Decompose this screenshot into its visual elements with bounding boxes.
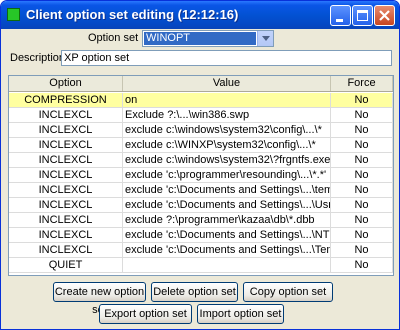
option-set-value: WINOPT (144, 32, 256, 45)
import-option-set-button[interactable]: Import option set (197, 304, 284, 324)
option-cell: INCLEXCL (9, 168, 123, 183)
force-cell: No (331, 243, 393, 258)
option-cell: QUIET (9, 258, 123, 273)
close-icon (379, 10, 390, 21)
delete-option-set-button[interactable]: Delete option set (151, 282, 238, 302)
force-cell: No (331, 213, 393, 228)
force-cell: No (331, 108, 393, 123)
table-row[interactable]: INCLEXCL exclude ?:\programmer\kazaa\db\*… (9, 213, 393, 228)
table-row[interactable]: QUIET No (9, 258, 393, 273)
maximize-button[interactable] (352, 5, 373, 26)
value-cell: exclude 'c:\Documents and Settings\...\T… (123, 243, 331, 258)
option-set-select[interactable]: WINOPT (142, 30, 274, 47)
table-row[interactable]: INCLEXCL exclude c:\windows\system32\conf… (9, 123, 393, 138)
force-cell: No (331, 138, 393, 153)
force-cell: No (331, 228, 393, 243)
force-cell: No (331, 183, 393, 198)
title-bar[interactable]: Client option set editing (12:12:16) (1, 1, 399, 29)
column-header-option[interactable]: Option (9, 76, 123, 91)
table-row[interactable]: INCLEXCL Exclude ?:\...\win386.swp No (9, 108, 393, 123)
export-option-set-button[interactable]: Export option set (99, 304, 192, 324)
option-cell: INCLEXCL (9, 198, 123, 213)
value-cell: exclude c:\windows\system32\config\...\* (123, 123, 331, 138)
dropdown-arrow-icon (262, 36, 270, 41)
option-cell: INCLEXCL (9, 213, 123, 228)
minimize-button[interactable] (330, 5, 351, 26)
column-header-force[interactable]: Force (331, 76, 393, 91)
force-cell: No (331, 168, 393, 183)
value-cell: exclude 'c:\Documents and Settings\...\t… (123, 183, 331, 198)
option-table[interactable]: Option Value Force COMPRESSION on No INCLEX… (8, 75, 394, 276)
table-header: Option Value Force (9, 76, 393, 92)
option-set-label: Option set : (88, 32, 145, 44)
value-cell: on (123, 93, 331, 108)
table-row[interactable]: INCLEXCL exclude 'c:\Documents and Settin… (9, 228, 393, 243)
value-cell: exclude c:\WINXP\system32\config\...\* (123, 138, 331, 153)
copy-option-set-button[interactable]: Copy option set (243, 282, 333, 302)
table-row[interactable]: INCLEXCL exclude 'c:\Documents and Settin… (9, 183, 393, 198)
force-cell: No (331, 198, 393, 213)
close-button[interactable] (374, 5, 395, 26)
table-row[interactable]: INCLEXCL exclude c:\windows\system32\?frg… (9, 153, 393, 168)
value-cell: exclude 'c:\Documents and Settings\...\N… (123, 228, 331, 243)
value-cell: exclude c:\windows\system32\?frgntfs.exe (123, 153, 331, 168)
option-cell: INCLEXCL (9, 123, 123, 138)
option-cell: INCLEXCL (9, 153, 123, 168)
table-row[interactable]: INCLEXCL exclude 'c:\Documents and Settin… (9, 198, 393, 213)
app-icon (7, 8, 20, 21)
description-input[interactable]: XP option set (61, 50, 392, 66)
value-cell: Exclude ?:\...\win386.swp (123, 108, 331, 123)
table-row[interactable]: INCLEXCL exclude 'c:\programmer\resoundin… (9, 168, 393, 183)
option-cell: INCLEXCL (9, 183, 123, 198)
option-cell: INCLEXCL (9, 108, 123, 123)
force-cell: No (331, 258, 393, 273)
force-cell: No (331, 93, 393, 108)
option-cell: INCLEXCL (9, 138, 123, 153)
value-cell: exclude ?:\programmer\kazaa\db\*.dbb (123, 213, 331, 228)
force-cell: No (331, 123, 393, 138)
force-cell: No (331, 153, 393, 168)
option-cell: INCLEXCL (9, 243, 123, 258)
table-row[interactable]: COMPRESSION on No (9, 93, 393, 108)
window-title: Client option set editing (12:12:16) (26, 7, 239, 22)
dropdown-button[interactable] (257, 31, 273, 46)
create-option-set-button[interactable]: Create new option set (53, 282, 146, 316)
value-cell: exclude 'c:\programmer\resounding\...\*.… (123, 168, 331, 183)
dialog-window: Client option set editing (12:12:16) Opt… (0, 0, 400, 330)
column-header-value[interactable]: Value (123, 76, 331, 91)
option-cell: INCLEXCL (9, 228, 123, 243)
option-cell: COMPRESSION (9, 93, 123, 108)
value-cell (123, 258, 331, 273)
value-cell: exclude 'c:\Documents and Settings\...\U… (123, 198, 331, 213)
minimize-icon (336, 19, 343, 22)
table-row[interactable]: INCLEXCL exclude c:\WINXP\system32\config… (9, 138, 393, 153)
table-row[interactable]: INCLEXCL exclude 'c:\Documents and Settin… (9, 243, 393, 258)
maximize-icon (357, 10, 368, 21)
